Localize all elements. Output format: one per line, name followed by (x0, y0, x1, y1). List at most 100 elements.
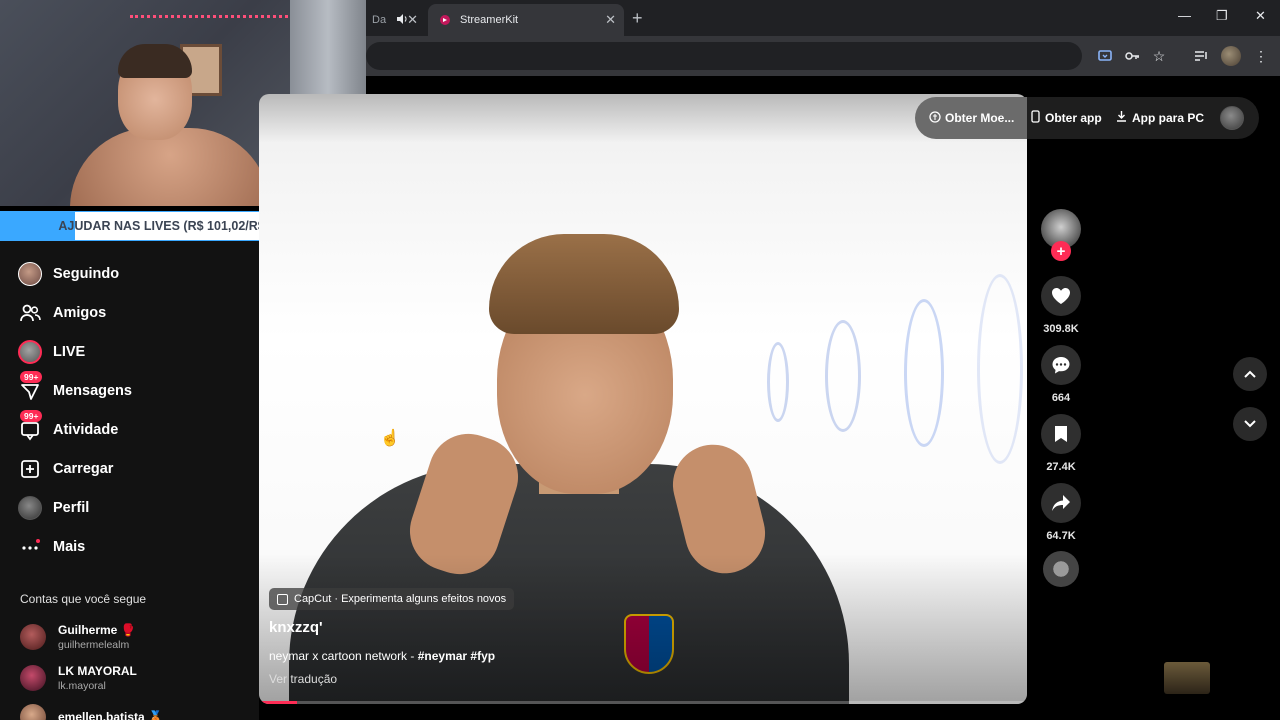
sidebar-item-atividade[interactable]: 99+ Atividade (16, 410, 119, 445)
heart-icon (1052, 288, 1070, 304)
activity-icon: 99+ (16, 410, 44, 444)
sidebar-item-mais[interactable]: Mais (16, 532, 85, 562)
like-button[interactable] (1041, 276, 1081, 316)
address-bar[interactable] (366, 42, 1082, 70)
profile-avatar[interactable] (1221, 46, 1241, 66)
cast-icon[interactable] (1095, 46, 1115, 66)
following-account[interactable]: Guilherme 🥊 guilhermelealm (20, 620, 136, 654)
sidebar-item-label: Amigos (53, 305, 107, 321)
sidebar-item-label: Perfil (53, 500, 90, 516)
sidebar-item-mensagens[interactable]: 99+ Mensagens (16, 371, 132, 406)
effect-chip[interactable]: CapCut · Experimenta alguns efeitos novo… (269, 588, 515, 610)
video-progress-fill (259, 701, 298, 704)
sidebar-item-carregar[interactable]: Carregar (16, 454, 113, 484)
save-button[interactable] (1041, 414, 1081, 454)
profile-icon (16, 494, 44, 522)
sidebar: Seguindo Amigos LIVE 99+ Mensagens 99+ A… (0, 241, 259, 720)
account-handle: guilhermelealm (58, 639, 130, 651)
coin-icon (929, 110, 941, 126)
get-app-button[interactable]: Obter app (1031, 110, 1102, 126)
effect-ring (904, 299, 944, 447)
sidebar-item-label: Mensagens (53, 383, 132, 399)
following-avatar-icon (16, 260, 44, 288)
capcut-icon (277, 593, 288, 605)
follow-plus-icon[interactable]: + (1051, 241, 1071, 261)
effect-ring (977, 274, 1023, 464)
sidebar-item-label: Carregar (53, 461, 114, 477)
account-text: Guilherme 🥊 guilhermelealm (58, 623, 136, 651)
comment-icon (1052, 357, 1070, 374)
get-coins-label: Obter Moe... (945, 111, 1015, 125)
minimize-icon[interactable]: — (1178, 8, 1191, 23)
key-icon[interactable] (1122, 46, 1142, 66)
close-tab-icon[interactable]: ✕ (605, 12, 616, 28)
music-disc-icon[interactable] (1043, 551, 1079, 587)
more-icon (16, 533, 44, 561)
sidebar-item-label: LIVE (53, 344, 86, 360)
led-lights (130, 12, 300, 18)
chevron-up-icon (1244, 370, 1256, 378)
close-window-icon[interactable]: ✕ (1255, 8, 1266, 24)
share-icon (1052, 495, 1070, 511)
sidebar-item-seguindo[interactable]: Seguindo (16, 259, 119, 289)
tab-label: Da (372, 14, 387, 26)
caption-text: neymar x cartoon network - (269, 649, 418, 663)
account-text: emellen.batista 🥉 (58, 710, 163, 720)
sidebar-item-label: Atividade (53, 422, 119, 438)
live-icon (16, 338, 44, 366)
effect-chip-label: CapCut · Experimenta alguns efeitos novo… (294, 593, 507, 605)
unread-badge: 99+ (20, 410, 43, 422)
avatar (20, 624, 46, 650)
close-tab-icon[interactable]: ✕ (407, 12, 418, 28)
browser-tab-audio[interactable]: Da ✕ (362, 4, 426, 36)
sidebar-item-amigos[interactable]: Amigos (16, 298, 106, 328)
bookmark-icon (1055, 426, 1067, 442)
media-icon[interactable] (1191, 46, 1211, 66)
share-count: 64.7K (1046, 530, 1076, 542)
streamerkit-favicon-icon (438, 13, 452, 27)
following-account[interactable]: emellen.batista 🥉 (20, 700, 163, 720)
share-button[interactable] (1041, 483, 1081, 523)
friends-icon (16, 299, 44, 327)
previous-video-button[interactable] (1233, 357, 1267, 391)
account-name: emellen.batista 🥉 (58, 710, 163, 720)
sidebar-item-live[interactable]: LIVE (16, 337, 85, 367)
restore-icon[interactable]: ❐ (1216, 8, 1228, 24)
menu-icon[interactable]: ⋮ (1251, 46, 1271, 66)
sidebar-item-perfil[interactable]: Perfil (16, 493, 89, 523)
tab-label: StreamerKit (460, 14, 519, 26)
browser-tab-streamerkit[interactable]: StreamerKit ✕ (428, 4, 624, 36)
messages-icon: 99+ (16, 371, 44, 405)
phone-icon (1031, 110, 1040, 126)
account-handle: lk.mayoral (58, 680, 106, 692)
screen: Da ✕ StreamerKit ✕ + — ❐ ✕ ☆ ⋮ Seguindo … (0, 0, 1280, 720)
get-coins-button[interactable]: Obter Moe... (915, 97, 1027, 139)
unread-badge: 99+ (20, 371, 43, 383)
account-text: LK MAYORAL lk.mayoral (58, 664, 137, 692)
avatar[interactable] (1220, 106, 1244, 130)
pc-app-button[interactable]: App para PC (1116, 110, 1204, 125)
pc-app-label: App para PC (1132, 110, 1205, 125)
header-actions: Obter app App para PC (1027, 97, 1259, 139)
new-tab-button[interactable]: + (632, 8, 643, 29)
translate-link[interactable]: Ver tradução (269, 672, 337, 686)
channel-watermark (1164, 662, 1210, 694)
video-progress[interactable] (259, 701, 1027, 704)
comment-button[interactable] (1041, 345, 1081, 385)
video-player[interactable]: CapCut · Experimenta alguns efeitos novo… (259, 94, 1027, 704)
like-count: 309.8K (1043, 323, 1079, 335)
hand-cursor-icon: ☝ (380, 430, 400, 447)
avatar (20, 704, 46, 720)
following-account[interactable]: LK MAYORAL lk.mayoral (20, 661, 137, 695)
sidebar-item-label: Seguindo (53, 266, 120, 282)
video-author[interactable]: knxzzq' (269, 619, 323, 636)
caption-hashtags[interactable]: #neymar #fyp (418, 649, 495, 663)
upload-icon (16, 455, 44, 483)
account-name: Guilherme 🥊 (58, 623, 136, 637)
star-icon[interactable]: ☆ (1149, 46, 1169, 66)
chevron-down-icon (1244, 420, 1256, 428)
sidebar-item-label: Mais (53, 539, 86, 555)
avatar (20, 665, 46, 691)
next-video-button[interactable] (1233, 407, 1267, 441)
download-icon (1116, 110, 1127, 125)
